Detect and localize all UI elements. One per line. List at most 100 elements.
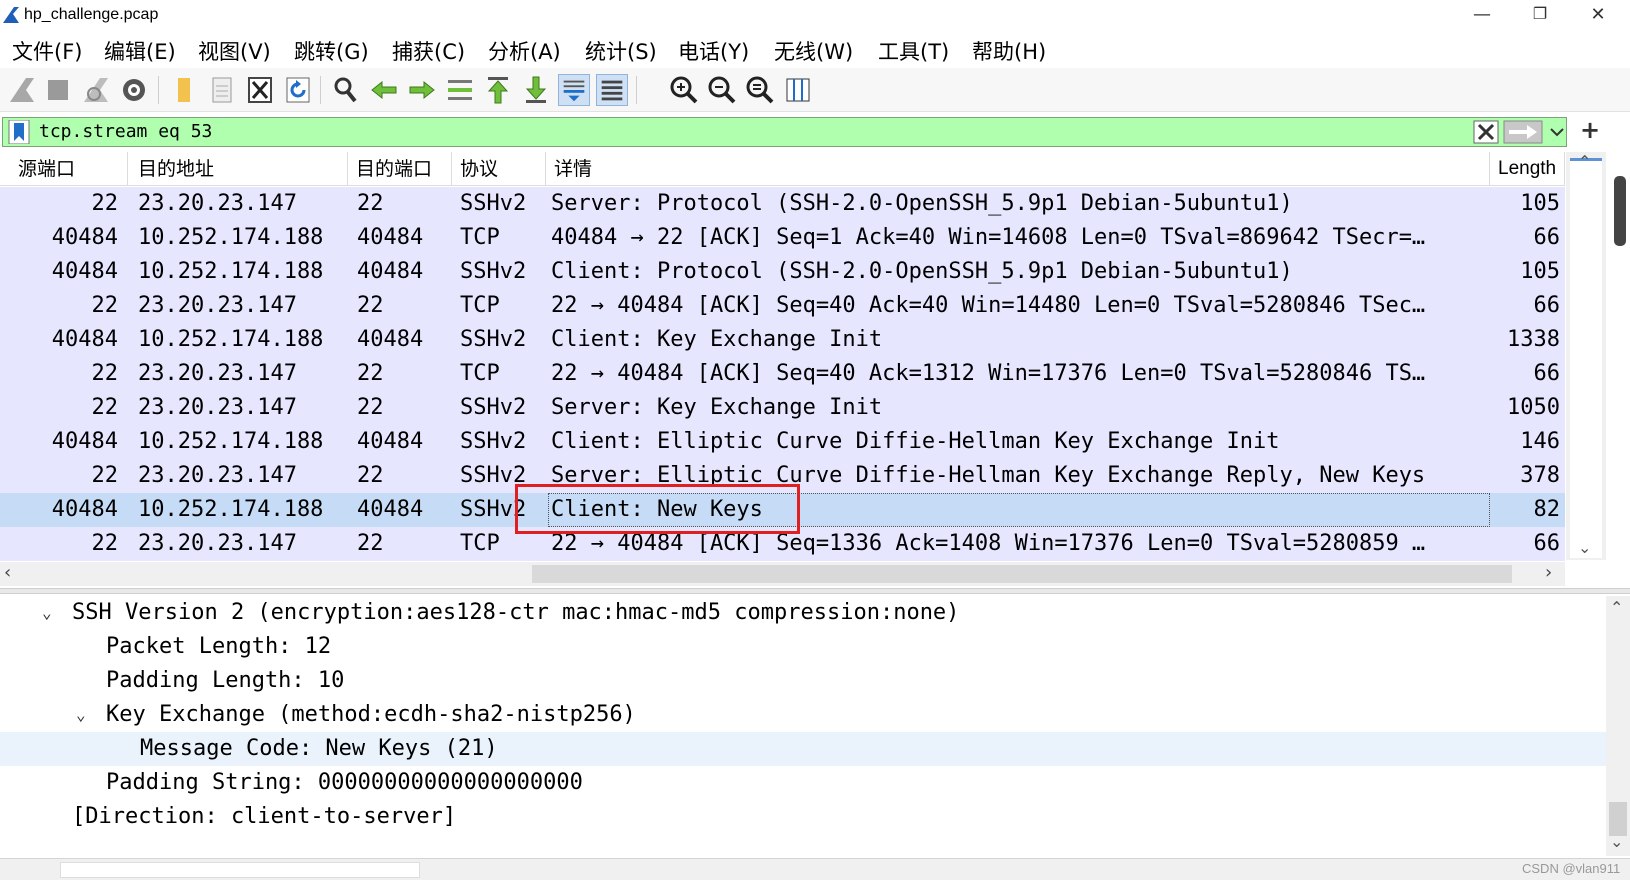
details-vertical-scrollbar[interactable]: ⌃ ⌄ [1606, 596, 1630, 856]
menu-edit[interactable]: 编辑(E) [104, 36, 176, 66]
packet-row-selected[interactable]: 40484 10.252.174.188 40484 SSHv2 Client:… [0, 493, 1565, 527]
minimize-button[interactable]: — [1462, 4, 1502, 28]
scroll-down-icon[interactable]: ⌄ [1610, 832, 1623, 851]
column-header-dst-port[interactable]: 目的端口 [348, 152, 452, 186]
find-packet-icon[interactable] [330, 74, 362, 106]
zoom-out-icon[interactable] [706, 74, 738, 106]
tree-item-ssh-version[interactable]: ⌄ SSH Version 2 (encryption:aes128-ctr m… [0, 596, 1606, 630]
packet-list-horizontal-scrollbar[interactable]: ‹ › [0, 562, 1565, 586]
packet-row[interactable]: 40484 10.252.174.188 40484 SSHv2 Client:… [0, 323, 1565, 357]
menu-statistics[interactable]: 统计(S) [585, 36, 657, 66]
packet-list-header: 源端口 目的地址 目的端口 协议 详情 Length [0, 152, 1565, 186]
display-filter-field[interactable]: tcp.stream eq 53 [2, 117, 1567, 147]
packet-row[interactable]: 40484 10.252.174.188 40484 SSHv2 Client:… [0, 425, 1565, 459]
packet-row[interactable]: 22 23.20.23.147 22 SSHv2 Server: Protoco… [0, 187, 1565, 221]
cell-protocol: TCP [460, 531, 500, 556]
autoscroll-icon[interactable] [558, 74, 590, 106]
start-capture-icon[interactable] [6, 74, 38, 106]
restart-capture-icon[interactable] [80, 74, 112, 106]
tree-item-padding-string[interactable]: Padding String: 00000000000000000000 [0, 766, 1606, 800]
cell-src-port: 40484 [51, 497, 118, 522]
apply-filter-icon[interactable] [1503, 120, 1543, 144]
go-back-icon[interactable] [368, 74, 400, 106]
column-header-protocol[interactable]: 协议 [452, 152, 546, 186]
go-last-icon[interactable] [520, 74, 552, 106]
packet-row[interactable]: 22 23.20.23.147 22 TCP 22 → 40484 [ACK] … [0, 357, 1565, 391]
tree-item-key-exchange[interactable]: ⌄ Key Exchange (method:ecdh-sha2-nistp25… [0, 698, 1606, 732]
tree-item-direction[interactable]: [Direction: client-to-server] [0, 800, 1606, 834]
clear-filter-icon[interactable] [1473, 120, 1499, 144]
zoom-normal-icon[interactable] [744, 74, 776, 106]
cell-destination: 10.252.174.188 [138, 259, 324, 284]
cell-destination: 23.20.23.147 [138, 293, 297, 318]
chevron-down-icon[interactable]: ⌄ [76, 698, 86, 732]
cell-info: Client: Elliptic Curve Diffie-Hellman Ke… [551, 429, 1280, 454]
cell-info: 22 → 40484 [ACK] Seq=1336 Ack=1408 Win=1… [551, 531, 1426, 556]
packet-row[interactable]: 40484 10.252.174.188 40484 SSHv2 Client:… [0, 255, 1565, 289]
menu-wireless[interactable]: 无线(W) [774, 36, 853, 66]
close-file-icon[interactable] [244, 74, 276, 106]
tree-item-message-code-selected[interactable]: Message Code: New Keys (21) [0, 732, 1606, 766]
resize-columns-icon[interactable] [782, 74, 814, 106]
capture-options-icon[interactable] [118, 74, 150, 106]
tree-item-label: Key Exchange (method:ecdh-sha2-nistp256) [106, 702, 636, 727]
menu-tools[interactable]: 工具(T) [878, 36, 949, 66]
menu-telephony[interactable]: 电话(Y) [678, 36, 749, 66]
zoom-in-icon[interactable] [668, 74, 700, 106]
menu-go[interactable]: 跳转(G) [294, 36, 369, 66]
tree-item-label: Packet Length: 12 [106, 634, 332, 659]
column-header-info[interactable]: 详情 [546, 152, 1490, 186]
bookmark-icon[interactable] [7, 120, 31, 144]
scrollbar-thumb[interactable] [532, 565, 1512, 583]
cell-destination: 23.20.23.147 [138, 395, 297, 420]
cell-dst-port: 22 [357, 531, 384, 556]
packet-row[interactable]: 22 23.20.23.147 22 TCP 22 → 40484 [ACK] … [0, 289, 1565, 323]
cell-length: 66 [1533, 293, 1561, 318]
tree-item-packet-length[interactable]: Packet Length: 12 [0, 630, 1606, 664]
scroll-left-icon[interactable]: ‹ [4, 562, 11, 583]
go-forward-icon[interactable] [406, 74, 438, 106]
reload-icon[interactable] [282, 74, 314, 106]
go-to-packet-icon[interactable] [444, 74, 476, 106]
scrollbar-thumb[interactable] [1570, 158, 1602, 558]
cell-length: 66 [1533, 361, 1561, 386]
restore-button[interactable]: ❐ [1520, 4, 1560, 28]
tree-item-padding-length[interactable]: Padding Length: 10 [0, 664, 1606, 698]
go-first-icon[interactable] [482, 74, 514, 106]
cell-dst-port: 22 [357, 361, 384, 386]
menu-help[interactable]: 帮助(H) [972, 36, 1046, 66]
save-file-icon[interactable] [206, 74, 238, 106]
packet-row[interactable]: 22 23.20.23.147 22 SSHv2 Server: Ellipti… [0, 459, 1565, 493]
menu-file[interactable]: 文件(F) [12, 36, 82, 66]
cell-src-port: 22 [91, 395, 119, 420]
packet-list-vertical-scrollbar[interactable]: ⌃ ⌄ [1566, 152, 1606, 560]
cell-length: 105 [1520, 259, 1560, 284]
status-bar: CSDN @vlan911 [0, 858, 1630, 880]
close-window-button[interactable]: ✕ [1578, 4, 1618, 28]
menu-view[interactable]: 视图(V) [198, 36, 271, 66]
stop-capture-icon[interactable] [42, 74, 74, 106]
chevron-down-icon[interactable] [1548, 122, 1566, 142]
menu-analyze[interactable]: 分析(A) [488, 36, 561, 66]
scroll-down-icon[interactable]: ⌄ [1578, 538, 1591, 557]
packet-row[interactable]: 22 23.20.23.147 22 TCP 22 → 40484 [ACK] … [0, 527, 1565, 561]
scroll-up-icon[interactable]: ⌃ [1610, 598, 1623, 617]
packet-minimap-marker[interactable] [1614, 176, 1626, 246]
window-title: hp_challenge.pcap [24, 6, 159, 23]
add-filter-button[interactable]: + [1580, 116, 1600, 144]
column-header-length[interactable]: Length [1490, 152, 1565, 186]
menu-capture[interactable]: 捕获(C) [392, 36, 465, 66]
display-filter-input[interactable]: tcp.stream eq 53 [39, 118, 212, 146]
packet-row[interactable]: 40484 10.252.174.188 40484 TCP 40484 → 2… [0, 221, 1565, 255]
scroll-up-icon[interactable]: ⌃ [1578, 152, 1591, 171]
column-header-destination[interactable]: 目的地址 [130, 152, 348, 186]
column-header-src-port[interactable]: 源端口 [10, 152, 128, 186]
open-file-icon[interactable] [168, 74, 200, 106]
packet-row[interactable]: 22 23.20.23.147 22 SSHv2 Server: Key Exc… [0, 391, 1565, 425]
toolbar-separator [636, 76, 637, 104]
chevron-down-icon[interactable]: ⌄ [42, 596, 52, 630]
colorize-icon[interactable] [596, 74, 628, 106]
pane-splitter[interactable] [0, 588, 1630, 594]
scrollbar-thumb[interactable] [1609, 802, 1627, 836]
scroll-right-icon[interactable]: › [1545, 562, 1552, 583]
